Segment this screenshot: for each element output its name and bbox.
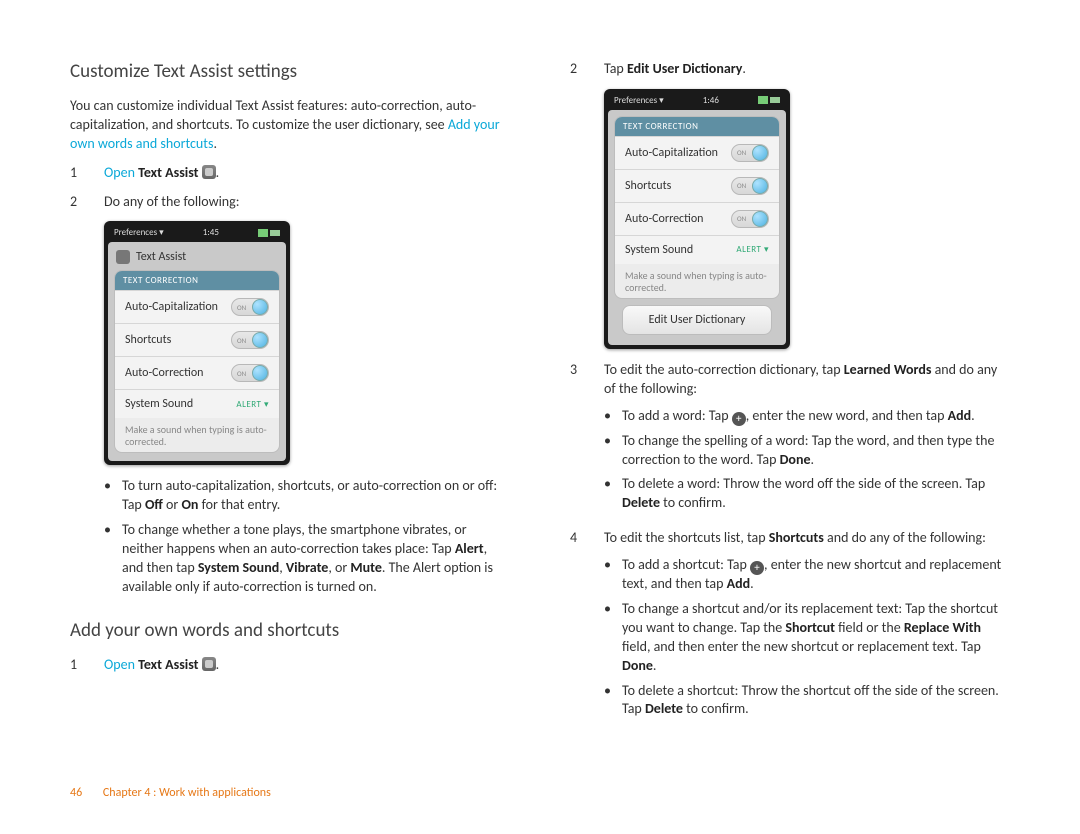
plus-icon: + [750, 561, 764, 575]
step-number: 2 [570, 60, 584, 79]
chapter-label: Chapter 4 : Work with applications [103, 786, 271, 800]
link-open[interactable]: Open [104, 656, 135, 673]
screenshot-text-assist-1: Preferences ▾ 1:45 Text Assist TEXT CORR… [104, 221, 290, 465]
row-auto-cap[interactable]: Auto-Capitalization [115, 290, 279, 323]
battery-icon [770, 97, 780, 103]
row-system-sound[interactable]: System SoundALERT ▾ [115, 389, 279, 418]
alert-value[interactable]: ALERT ▾ [736, 244, 769, 255]
status-time: 1:46 [703, 95, 719, 106]
text-assist-icon [202, 165, 216, 179]
section-header: TEXT CORRECTION [115, 271, 279, 290]
right-column: 2 Tap Edit User Dictionary. Preferences … [570, 60, 1010, 735]
row-system-sound[interactable]: System SoundALERT ▾ [615, 235, 779, 264]
step-text: Do any of the following: [104, 193, 510, 212]
toggle-on[interactable] [231, 364, 269, 382]
step-number: 3 [570, 361, 584, 519]
heading-customize: Customize Text Assist settings [70, 60, 510, 83]
toggle-on[interactable] [231, 331, 269, 349]
toggle-on[interactable] [731, 177, 769, 195]
section-header: TEXT CORRECTION [615, 117, 779, 136]
list-item: To delete a word: Throw the word off the… [604, 475, 1010, 513]
status-time: 1:45 [203, 227, 219, 238]
step-number: 1 [70, 656, 84, 675]
battery-icon [270, 230, 280, 236]
row-auto-cap[interactable]: Auto-Capitalization [615, 136, 779, 169]
toggle-on[interactable] [731, 210, 769, 228]
row-auto-correction[interactable]: Auto-Correction [115, 356, 279, 389]
list-item: To change the spelling of a word: Tap th… [604, 432, 1010, 470]
status-app: Preferences ▾ [114, 227, 164, 238]
edit-user-dictionary-button[interactable]: Edit User Dictionary [622, 305, 772, 335]
row-shortcuts[interactable]: Shortcuts [615, 169, 779, 202]
note-text: Make a sound when typing is auto-correct… [615, 264, 779, 298]
text-assist-icon [116, 250, 130, 264]
step-number: 4 [570, 529, 584, 725]
signal-icon [258, 229, 268, 237]
step-number: 1 [70, 164, 84, 183]
list-item: To turn auto-capitalization, shortcuts, … [104, 477, 510, 515]
step-number: 2 [70, 193, 84, 212]
link-open[interactable]: Open [104, 164, 135, 181]
signal-icon [758, 96, 768, 104]
list-item: To add a word: Tap +, enter the new word… [604, 407, 1010, 426]
plus-icon: + [732, 412, 746, 426]
list-item: To change whether a tone plays, the smar… [104, 521, 510, 597]
alert-value[interactable]: ALERT ▾ [236, 399, 269, 410]
toggle-on[interactable] [231, 298, 269, 316]
row-shortcuts[interactable]: Shortcuts [115, 323, 279, 356]
list-item: To change a shortcut and/or its replacem… [604, 600, 1010, 676]
left-column: Customize Text Assist settings You can c… [70, 60, 510, 735]
screenshot-text-assist-2: Preferences ▾ 1:46 TEXT CORRECTION Auto-… [604, 89, 790, 349]
heading-add-words: Add your own words and shortcuts [70, 619, 510, 642]
list-item: To delete a shortcut: Throw the shortcut… [604, 682, 1010, 720]
row-auto-correction[interactable]: Auto-Correction [615, 202, 779, 235]
list-item: To add a shortcut: Tap +, enter the new … [604, 556, 1010, 594]
note-text: Make a sound when typing is auto-correct… [115, 418, 279, 452]
page-number: 46 [70, 786, 82, 800]
text-assist-icon [202, 657, 216, 671]
toggle-on[interactable] [731, 144, 769, 162]
page-footer: 46 Chapter 4 : Work with applications [70, 786, 271, 800]
intro-paragraph: You can customize individual Text Assist… [70, 97, 510, 154]
status-app: Preferences ▾ [614, 95, 664, 106]
